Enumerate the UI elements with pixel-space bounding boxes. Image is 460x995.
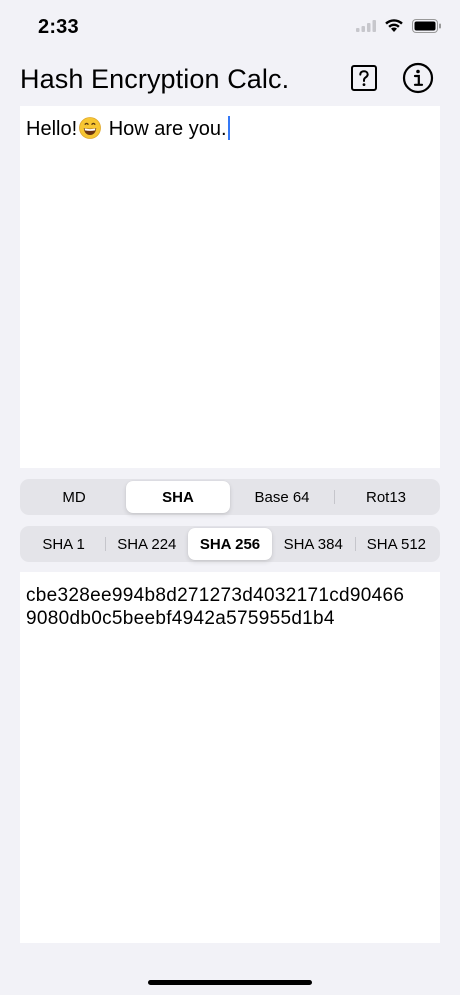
page-title: Hash Encryption Calc. bbox=[20, 64, 290, 94]
battery-icon bbox=[412, 18, 442, 38]
tab-md[interactable]: MD bbox=[22, 481, 126, 513]
hash-output-line-1: cbe328ee994b8d271273d4032171cd90466 bbox=[26, 585, 405, 606]
input-text-before: Hello! bbox=[26, 118, 78, 140]
hash-output-area[interactable]: cbe328ee994b8d271273d4032171cd90466 9080… bbox=[20, 572, 440, 943]
tab-sha384[interactable]: SHA 384 bbox=[272, 528, 355, 560]
text-caret bbox=[227, 116, 230, 140]
status-time: 2:33 bbox=[38, 16, 79, 38]
question-square-icon bbox=[350, 64, 378, 97]
sha-variant-segmented-control: SHA 1 SHA 224 SHA 256 SHA 384 SHA 512 bbox=[20, 526, 440, 562]
help-button[interactable] bbox=[347, 63, 381, 97]
info-circle-icon bbox=[402, 62, 434, 99]
tab-base64[interactable]: Base 64 bbox=[230, 481, 334, 513]
input-text-area[interactable]: Hello! How are you. bbox=[20, 106, 440, 468]
status-icons bbox=[356, 18, 442, 38]
tab-sha224[interactable]: SHA 224 bbox=[105, 528, 188, 560]
hash-output-line-2: 9080db0c5beebf4942a575955d1b4 bbox=[26, 608, 335, 629]
grinning-face-emoji bbox=[79, 117, 102, 145]
input-text-after: How are you. bbox=[103, 118, 227, 140]
algorithm-segmented-control: MD SHA Base 64 Rot13 bbox=[20, 479, 440, 515]
tab-rot13[interactable]: Rot13 bbox=[334, 481, 438, 513]
tab-sha[interactable]: SHA bbox=[126, 481, 230, 513]
tab-sha512[interactable]: SHA 512 bbox=[354, 528, 438, 560]
home-indicator[interactable] bbox=[148, 980, 312, 985]
info-button[interactable] bbox=[401, 62, 435, 99]
tab-sha256[interactable]: SHA 256 bbox=[188, 528, 272, 560]
tab-sha1[interactable]: SHA 1 bbox=[22, 528, 105, 560]
signal-icon bbox=[356, 19, 376, 38]
wifi-icon bbox=[384, 18, 404, 38]
navigation-bar: Hash Encryption Calc. bbox=[0, 56, 460, 106]
status-bar: 2:33 bbox=[0, 0, 460, 56]
